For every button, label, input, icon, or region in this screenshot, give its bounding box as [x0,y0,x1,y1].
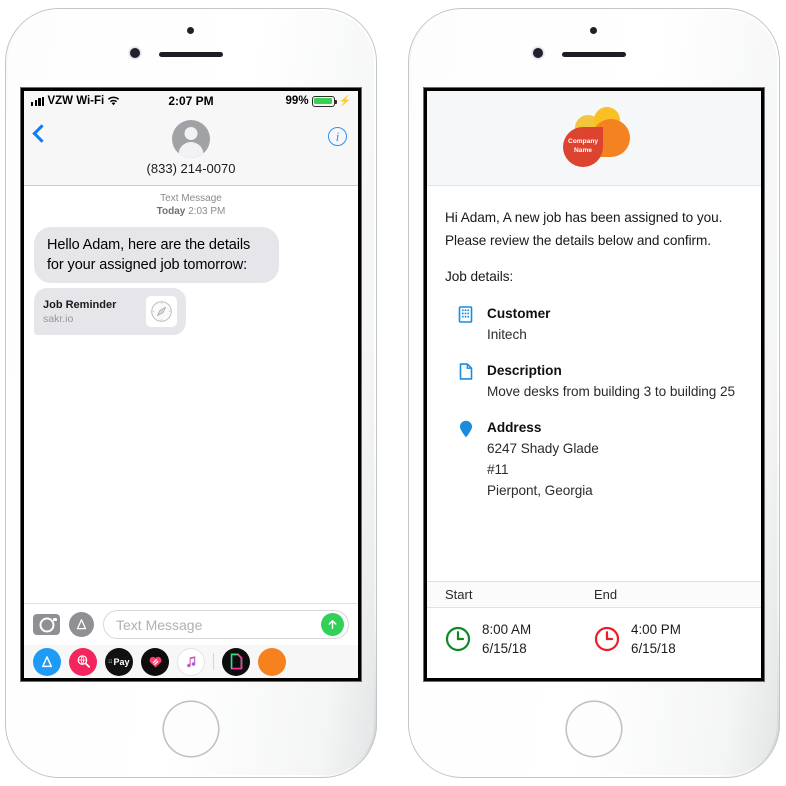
schedule-end-cell: 4:00 PM 6/15/18 [594,620,743,658]
map-pin-icon [457,418,474,501]
drawer-files-icon[interactable] [222,647,250,676]
detail-row-customer: Customer Initech [445,304,743,345]
company-name-line2: Name [574,146,592,154]
end-column-header: End [594,587,618,602]
thread-timestamp: Text Message Today 2:03 PM [34,192,348,218]
apple-pay-label: Pay [111,656,130,667]
drawer-more-apps-icon[interactable] [258,647,286,676]
logo-petal-red: Company Name [563,126,603,167]
detail-label-address: Address [487,420,542,435]
detail-value-description: Move desks from building 3 to building 2… [487,384,736,399]
drawer-divider [213,653,214,670]
end-time: 4:00 PM [631,622,681,637]
link-preview-title: Job Reminder [43,298,117,311]
right-iphone: Company Name Hi Adam, A new job has been… [408,8,780,778]
home-button[interactable] [164,702,218,756]
imessage-app-drawer:  Pay [24,645,358,678]
drawer-apple-pay-icon[interactable]:  Pay [105,647,133,676]
job-detail-list: Customer Initech Description Move desks … [445,304,743,501]
app-store-icon[interactable] [69,612,94,637]
service-label: Text Message [160,193,222,204]
left-iphone: VZW Wi-Fi 2:07 PM 99% ⚡ (833) 214-0070 i… [5,8,377,778]
detail-label-customer: Customer [487,306,551,321]
proximity-sensor-icon [590,27,597,34]
schedule-section: Start End 8:00 AM 6/15/18 4:00 PM 6/15/1… [427,581,761,678]
start-time: 8:00 AM [482,622,532,637]
front-camera-icon [533,48,543,58]
schedule-header-row: Start End [427,581,761,608]
clock-label: 2:07 PM [168,94,214,108]
carrier-label: VZW Wi-Fi [47,95,105,107]
message-composer: Text Message [24,603,358,645]
home-button[interactable] [567,702,621,756]
contact-phone-number: (833) 214-0070 [146,161,236,176]
battery-icon [311,95,337,107]
earpiece-speaker-icon [562,52,626,57]
battery-percent-label: 99% [285,95,309,107]
start-date: 6/15/18 [482,641,527,656]
schedule-values-row: 8:00 AM 6/15/18 4:00 PM 6/15/18 [427,608,761,678]
conversation-nav: (833) 214-0070 i [24,111,358,186]
company-logo-header: Company Name [427,91,761,186]
drawer-apple-music-icon[interactable] [177,647,205,676]
send-arrow-up-icon[interactable] [321,613,344,636]
clock-icon-red [594,626,620,652]
status-bar: VZW Wi-Fi 2:07 PM 99% ⚡ [24,91,358,111]
drawer-app-store-icon[interactable] [33,647,61,676]
info-icon[interactable]: i [328,127,347,146]
proximity-sensor-icon [187,27,194,34]
screenshot-stage: VZW Wi-Fi 2:07 PM 99% ⚡ (833) 214-0070 i… [0,0,786,786]
building-icon [457,304,474,345]
job-intro-paragraph: Hi Adam, A new job has been assigned to … [445,210,723,248]
end-date: 6/15/18 [631,641,676,656]
camera-icon[interactable] [33,614,60,635]
detail-row-description: Description Move desks from building 3 t… [445,361,743,402]
message-thread: Text Message Today 2:03 PM Hello Adam, h… [24,186,358,603]
document-icon [457,361,474,402]
link-preview-host: sakr.io [43,312,74,325]
detail-label-description: Description [487,363,562,378]
contact-avatar-icon[interactable] [172,120,210,158]
right-screen: Company Name Hi Adam, A new job has been… [424,88,764,681]
safari-compass-icon [146,296,177,327]
drawer-digital-touch-icon[interactable] [141,647,169,676]
drawer-image-search-icon[interactable] [69,647,97,676]
detail-value-address: 6247 Shady Glade #11 Pierpont, Georgia [487,441,599,498]
company-logo: Company Name [559,106,630,170]
clock-icon-green [445,626,471,652]
incoming-message-bubble: Hello Adam, here are the details for you… [34,227,279,283]
back-chevron-icon[interactable] [32,124,51,143]
job-card-body: Hi Adam, A new job has been assigned to … [427,186,761,501]
detail-row-address: Address 6247 Shady Glade #11 Pierpont, G… [445,418,743,501]
timestamp-day: Today [156,206,186,217]
start-column-header: Start [445,587,473,602]
timestamp-time: 2:03 PM [188,206,226,217]
front-camera-icon [130,48,140,58]
wifi-icon [108,96,120,106]
detail-value-customer: Initech [487,327,527,342]
text-message-input[interactable]: Text Message [103,610,349,639]
earpiece-speaker-icon [159,52,223,57]
company-name-line1: Company [567,138,599,146]
left-screen: VZW Wi-Fi 2:07 PM 99% ⚡ (833) 214-0070 i… [21,88,361,681]
lightning-bolt-icon: ⚡ [338,95,352,107]
signal-bars-icon [31,96,45,106]
job-details-heading: Job details: [445,269,514,284]
schedule-start-cell: 8:00 AM 6/15/18 [445,620,594,658]
link-preview-card[interactable]: Job Reminder sakr.io [34,288,186,335]
text-message-placeholder: Text Message [116,616,203,633]
